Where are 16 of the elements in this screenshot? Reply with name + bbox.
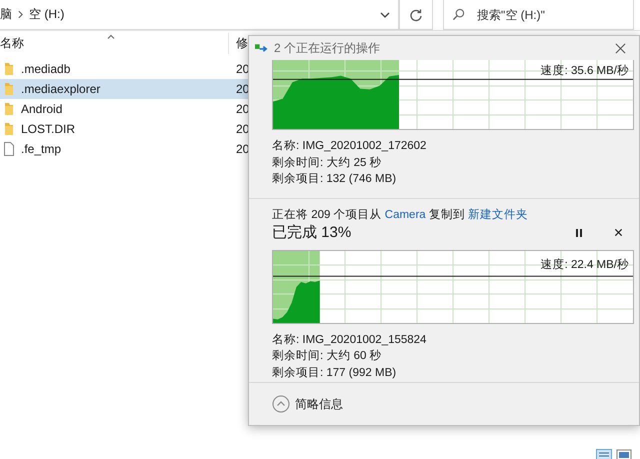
detail-line: 名称: IMG_20201002_155824 [272, 332, 428, 348]
detail-line: 剩余项目: 132 (746 MB) [272, 172, 398, 187]
detail-line: 剩余时间: 大约 60 秒 [272, 348, 383, 364]
operation-description: 正在将 209 个项目从 Camera 复制到 新建文件夹 [272, 207, 530, 222]
dialog-title: 2 个正在运行的操作 [274, 40, 380, 56]
file-name: Android [21, 102, 62, 116]
speed-label: 速度: 22.4 MB/秒 [540, 258, 629, 272]
detail-line: 剩余时间: 大约 25 秒 [272, 156, 383, 170]
speed-label: 速度: 35.6 MB/秒 [540, 64, 629, 78]
progress-percent: 已完成 13% [272, 223, 352, 242]
file-name: .fe_tmp [21, 142, 62, 156]
detail-line: 名称: IMG_20201002_172602 [272, 138, 428, 154]
file-name: .mediaexplorer [21, 82, 100, 96]
detail-line: 剩余项目: 177 (992 MB) [272, 366, 398, 380]
file-name: LOST.DIR [21, 122, 76, 136]
file-name: .mediadb [21, 62, 70, 76]
